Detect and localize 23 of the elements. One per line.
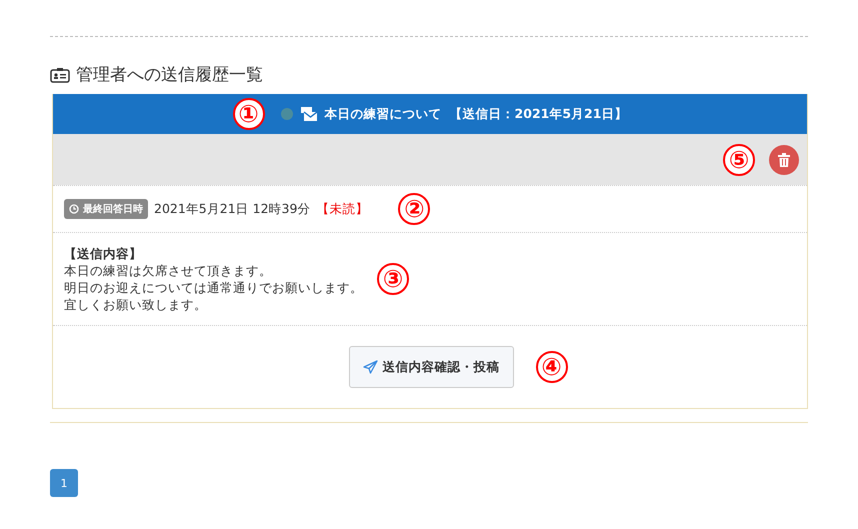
callout-number: ① — [232, 98, 265, 130]
callout-number: ④ — [536, 351, 568, 383]
answer-time: 2021年5月21日 12時39分 — [154, 200, 310, 218]
paper-plane-icon — [362, 360, 378, 374]
message-line: 本日の練習は欠席させて頂きます。 — [64, 262, 273, 279]
delete-button[interactable] — [769, 144, 799, 174]
message-line: 明日のお迎えについては通常通りでお願いします。 — [64, 279, 363, 296]
sent-date: 【送信日：2021年5月21日】 — [450, 106, 628, 122]
id-card-icon — [50, 66, 70, 82]
envelope-icon — [300, 107, 317, 121]
message-title: 本日の練習について — [324, 106, 442, 122]
callout-number: ③ — [377, 263, 409, 295]
read-status: 【未読】 — [316, 200, 368, 218]
callout-number: ② — [398, 193, 430, 225]
message-line: 宜しくお願い致します。 — [64, 296, 208, 313]
section-title: 管理者への送信履歴一覧 — [76, 64, 263, 86]
content-heading: 【送信内容】 — [64, 245, 143, 262]
confirm-post-button[interactable]: 送信内容確認・投稿 — [348, 346, 514, 388]
callout-number: ⑤ — [723, 144, 755, 176]
page-button[interactable]: 1 — [50, 469, 78, 497]
clock-icon — [69, 204, 79, 214]
trash-icon — [778, 152, 790, 166]
badge-label: 最終回答日時 — [83, 202, 143, 216]
